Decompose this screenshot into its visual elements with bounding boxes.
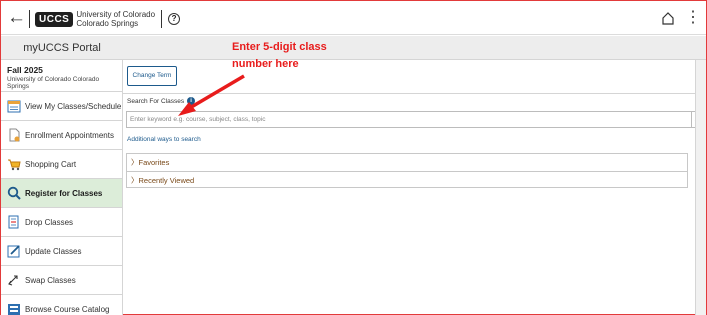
sidebar-item-label: Enrollment Appointments [25, 130, 114, 140]
document-icon [9, 128, 20, 142]
main-content: Change Term Search For Classes i → Addit… [123, 60, 706, 315]
sidebar-item-swap-classes[interactable]: Swap Classes [1, 266, 122, 295]
favorites-toggle[interactable]: 〉Favorites [127, 154, 687, 171]
sidebar-item-drop-classes[interactable]: Drop Classes [1, 208, 122, 237]
sidebar-item-label: Browse Course Catalog [25, 304, 110, 314]
cart-icon [8, 159, 21, 171]
top-bar: ← UCCS University of Colorado Colorado S… [1, 1, 706, 35]
university-name: University of Colorado Colorado Springs [76, 10, 155, 28]
annotation-text: Enter 5-digit class number here [232, 39, 327, 73]
sidebar-item-label: Shopping Cart [25, 159, 77, 169]
sidebar-item-view-classes[interactable]: View My Classes/Schedule [1, 92, 122, 121]
brand-divider [29, 10, 30, 28]
search-history-accordion: 〉Favorites 〉Recently Viewed [126, 153, 688, 188]
university-brand[interactable]: UCCS University of Colorado Colorado Spr… [29, 9, 181, 29]
sidebar-item-label: Register for Classes [25, 188, 103, 198]
annotation-line-2: number here [232, 58, 299, 70]
university-line2: Colorado Springs [76, 19, 139, 28]
section-divider [123, 93, 706, 94]
sidebar-item-shopping-cart[interactable]: Shopping Cart [1, 150, 122, 179]
info-icon[interactable]: i [187, 97, 196, 105]
portal-bar: myUCCS Portal [1, 36, 706, 60]
search-label-text: Search For Classes [127, 97, 185, 105]
term-info: Fall 2025 University of Colorado Colorad… [1, 60, 122, 92]
recently-viewed-toggle[interactable]: 〉Recently Viewed [127, 171, 687, 188]
brand-divider-2 [161, 10, 163, 28]
term-name: Fall 2025 [7, 65, 43, 75]
home-icon[interactable] [661, 11, 675, 25]
sidebar-item-label: View My Classes/Schedule [25, 101, 122, 111]
uccs-logo: UCCS [35, 11, 74, 27]
sidebar-item-browse-catalog[interactable]: Browse Course Catalog [1, 295, 122, 315]
search-input[interactable] [126, 111, 692, 128]
sidebar-item-label: Drop Classes [25, 217, 74, 227]
annotation-line-1: Enter 5-digit class [232, 41, 327, 53]
sidebar-item-register-for-classes[interactable]: Register for Classes [1, 179, 122, 208]
university-line1: University of Colorado [76, 10, 156, 19]
additional-search-link[interactable]: Additional ways to search [127, 136, 201, 143]
calendar-icon [7, 100, 21, 113]
sidebar: Fall 2025 University of Colorado Colorad… [1, 60, 123, 315]
sidebar-item-label: Swap Classes [25, 275, 76, 285]
term-school: University of Colorado Colorado Springs [7, 76, 100, 90]
search-section-label: Search For Classes i [127, 97, 196, 105]
edit-icon [7, 245, 20, 258]
sidebar-item-update-classes[interactable]: Update Classes [1, 237, 122, 266]
help-icon[interactable]: ? [168, 13, 181, 25]
portal-title: myUCCS Portal [23, 42, 101, 54]
search-icon [7, 186, 21, 200]
sidebar-item-enrollment-appointments[interactable]: Enrollment Appointments [1, 121, 122, 150]
swap-icon [8, 275, 18, 286]
back-arrow-icon[interactable]: ← [7, 7, 26, 29]
more-menu-icon[interactable]: ⋮ [685, 9, 701, 27]
sidebar-item-label: Update Classes [25, 246, 82, 256]
drop-icon [8, 215, 19, 229]
scrollbar[interactable] [695, 60, 706, 315]
catalog-icon [8, 304, 20, 315]
change-term-button[interactable]: Change Term [127, 66, 177, 86]
